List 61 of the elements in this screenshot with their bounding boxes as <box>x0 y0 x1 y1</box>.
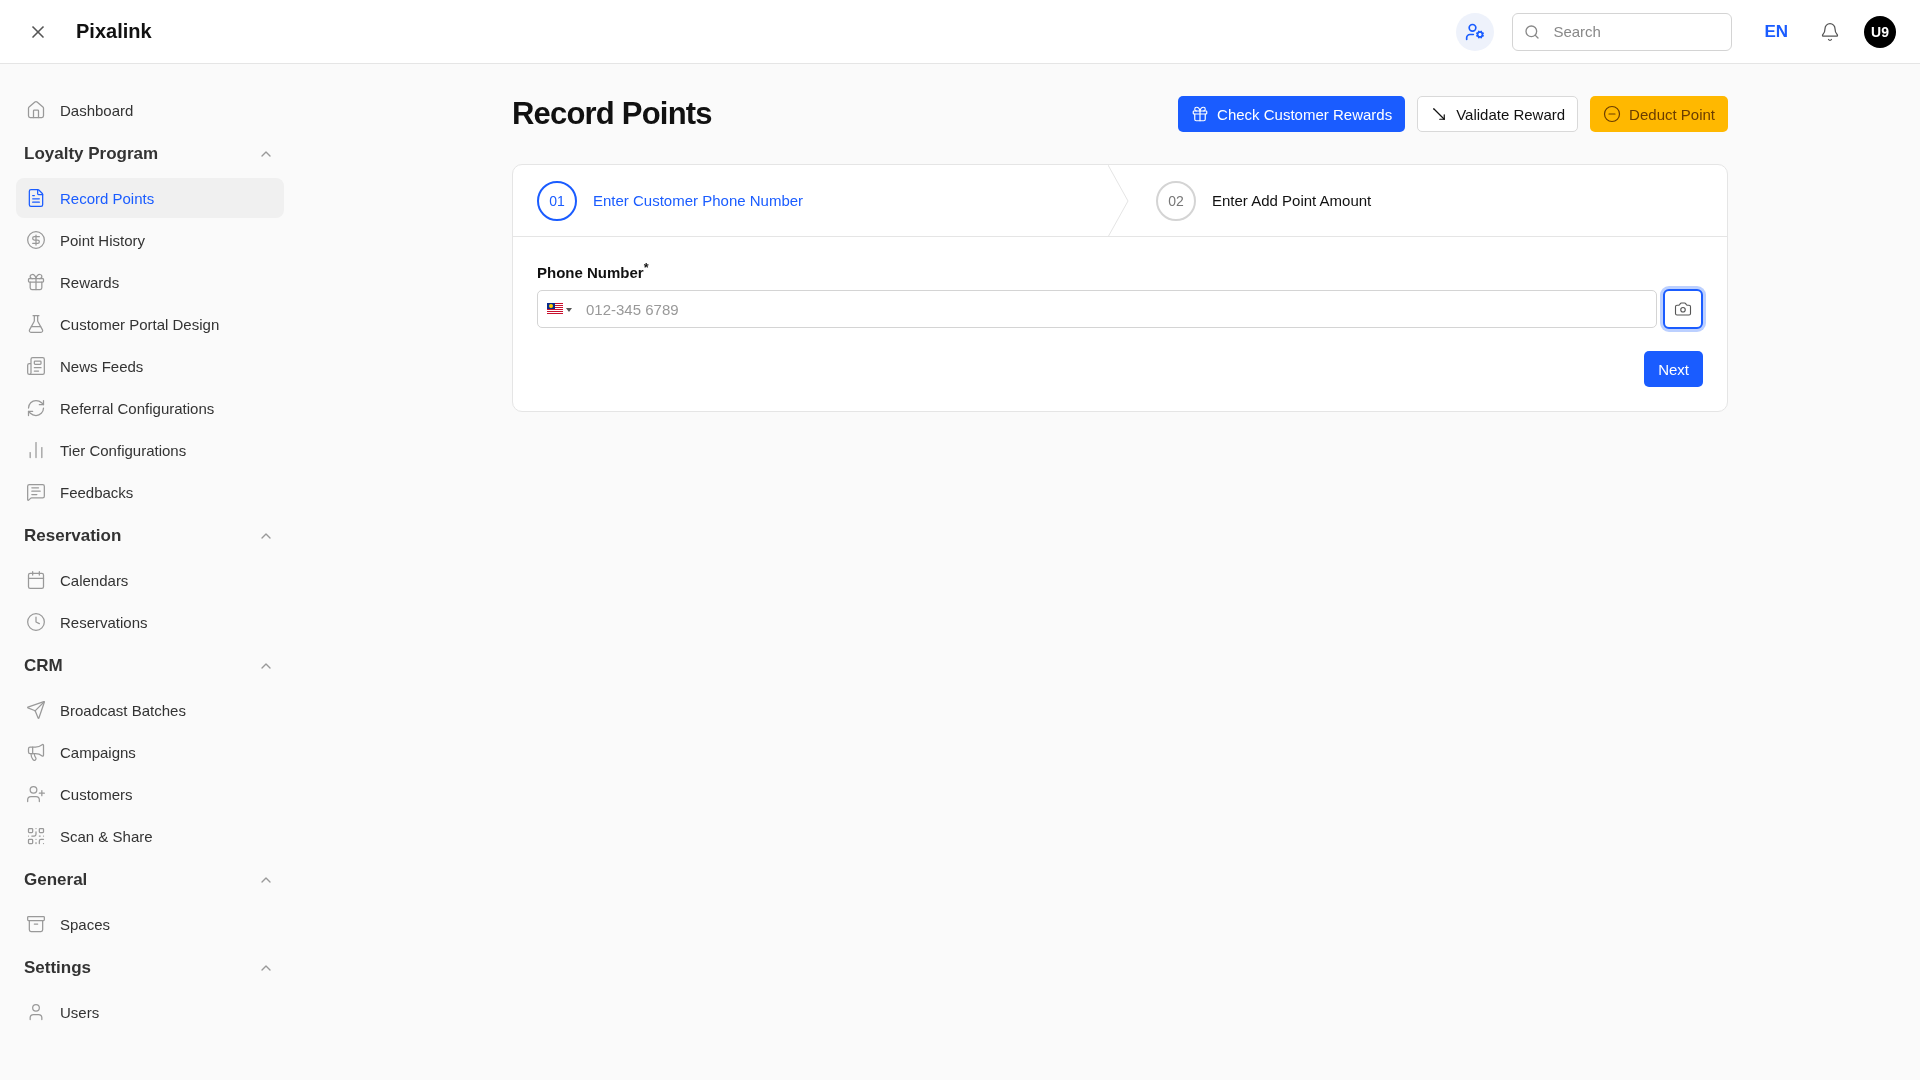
sidebar-item[interactable]: Dashboard <box>16 90 284 130</box>
search-icon <box>1524 23 1541 40</box>
language-button[interactable]: EN <box>1758 20 1794 43</box>
refresh-icon <box>26 398 46 418</box>
sidebar-item[interactable]: Record Points <box>16 178 284 218</box>
section-header[interactable]: Reservation <box>16 514 284 558</box>
sidebar-item[interactable]: Scan & Share <box>16 816 284 856</box>
phone-input-field[interactable]: 012-345 6789 <box>537 290 1657 328</box>
section-header[interactable]: Loyalty Program <box>16 132 284 176</box>
gift-icon <box>1191 105 1210 123</box>
sidebar-item[interactable]: Broadcast Batches <box>16 690 284 730</box>
sidebar-item[interactable]: Tier Configurations <box>16 430 284 470</box>
camera-button[interactable] <box>1663 289 1703 329</box>
action-button[interactable]: Validate Reward <box>1417 96 1579 132</box>
document-icon <box>26 188 46 208</box>
sidebar-item[interactable]: Reservations <box>16 602 284 642</box>
step-number: 01 <box>537 180 577 221</box>
calendar-icon <box>26 570 46 590</box>
section-header[interactable]: Settings <box>16 946 284 990</box>
sidebar-item[interactable]: Point History <box>16 220 284 260</box>
section-header[interactable]: CRM <box>16 644 284 688</box>
step-label: Enter Add Point Amount <box>1212 192 1372 209</box>
dollar-icon <box>26 230 46 250</box>
step-tab[interactable]: 01 Enter Customer Phone Number <box>513 165 1108 236</box>
user-add-icon <box>26 784 46 804</box>
sidebar-item[interactable]: Calendars <box>16 560 284 600</box>
action-button[interactable]: Deduct Point <box>1590 96 1728 132</box>
megaphone-icon <box>26 742 46 762</box>
qr-code-icon <box>26 826 46 846</box>
sidebar-item[interactable]: Campaigns <box>16 732 284 772</box>
flag-dropdown-icon[interactable] <box>547 303 573 315</box>
step-tab[interactable]: 02 Enter Add Point Amount <box>1132 165 1727 236</box>
sidebar-item[interactable]: News Feeds <box>16 346 284 386</box>
app-title: Pixalink <box>76 20 153 43</box>
step-number: 02 <box>1156 180 1196 221</box>
field-label: Phone Number$^{*}$ <box>537 261 650 281</box>
send-icon <box>26 700 46 720</box>
chat-icon <box>26 482 46 502</box>
minus-circle-icon <box>1603 105 1622 123</box>
newspaper-icon <box>26 356 46 376</box>
next-button[interactable]: Next <box>1644 351 1703 387</box>
camera-icon <box>1674 300 1692 318</box>
step-label: Enter Customer Phone Number <box>593 192 804 209</box>
clock-icon <box>26 612 46 632</box>
user-settings-icon[interactable] <box>1456 12 1495 51</box>
sidebar-item[interactable]: Rewards <box>16 262 284 302</box>
search-field[interactable]: Search <box>1512 12 1733 51</box>
sidebar-item[interactable]: Customers <box>16 774 284 814</box>
section-header[interactable]: General <box>16 858 284 902</box>
sidebar-item[interactable]: Users <box>16 992 284 1032</box>
sidebar-item[interactable]: Feedbacks <box>16 472 284 512</box>
flask-icon <box>26 314 46 334</box>
house-icon <box>26 100 46 120</box>
archive-icon <box>26 914 46 934</box>
sidebar-item[interactable]: Customer Portal Design <box>16 304 284 344</box>
sidebar-item[interactable]: Referral Configurations <box>16 388 284 428</box>
sidebar-item[interactable]: Spaces <box>16 904 284 944</box>
avatar[interactable]: U9 <box>1864 15 1896 48</box>
action-button[interactable]: Check Customer Rewards <box>1178 96 1406 132</box>
page-title: Record Points <box>512 96 712 132</box>
gift-icon <box>26 272 46 292</box>
